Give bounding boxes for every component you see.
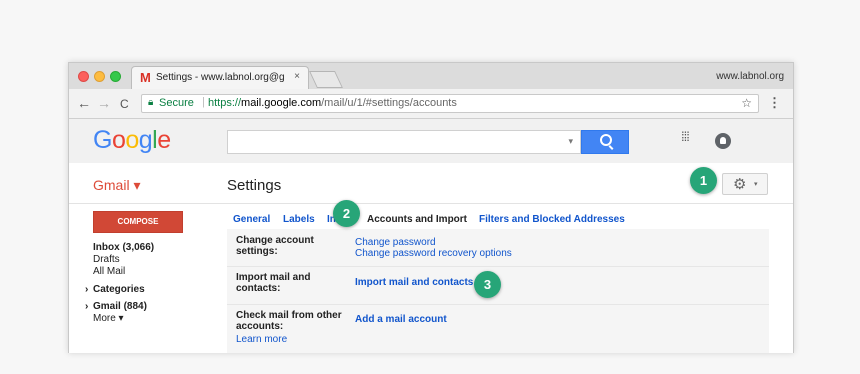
mail-search-input[interactable]: ▾: [227, 130, 581, 154]
gmail-app-switcher[interactable]: Gmail ▾: [93, 177, 140, 194]
window-profile-label: www.labnol.org: [716, 71, 784, 82]
browser-tab-settings[interactable]: M Settings - www.labnol.org@gm ×: [131, 66, 309, 89]
back-arrow-icon[interactable]: ←: [77, 95, 91, 111]
tab-close-icon[interactable]: ×: [294, 71, 300, 82]
notifications-icon[interactable]: [715, 133, 731, 149]
page-title: Settings: [227, 177, 282, 194]
tab-bar: M Settings - www.labnol.org@gm × www.lab…: [69, 63, 793, 89]
sidebar-item-categories[interactable]: Categories: [93, 284, 145, 295]
google-header: Google ▾ ⁞⁞⁞: [69, 119, 793, 163]
sidebar-item-inbox[interactable]: Inbox (3,066): [93, 242, 154, 253]
search-button[interactable]: [581, 130, 629, 154]
change-password-link[interactable]: Change password: [355, 237, 436, 248]
google-logo[interactable]: Google: [93, 126, 171, 155]
sidebar-item-more[interactable]: More ▾: [93, 313, 124, 324]
import-mail-and-contacts-link[interactable]: Import mail and contacts: [355, 277, 473, 288]
bookmark-star-icon[interactable]: ☆: [741, 96, 752, 110]
expand-arrow-icon[interactable]: ›: [85, 301, 88, 312]
browser-window: M Settings - www.labnol.org@gm × www.lab…: [68, 62, 794, 353]
secure-label: Secure: [159, 97, 194, 109]
sidebar-item-gmail[interactable]: Gmail (884): [93, 301, 147, 312]
settings-tabs: General Labels In Accounts and Import Fi…: [227, 211, 771, 231]
callout-badge-3: 3: [474, 271, 501, 298]
reload-icon[interactable]: C: [120, 97, 129, 111]
chevron-down-icon: ▾: [754, 181, 758, 188]
address-bar[interactable]: 🔒︎ Secure | https://mail.google.com/mail…: [141, 94, 759, 113]
callout-badge-1: 1: [690, 167, 717, 194]
maximize-window-button[interactable]: [110, 71, 121, 82]
settings-gear-button[interactable]: ⚙ ▾: [722, 173, 768, 195]
add-mail-account-link[interactable]: Add a mail account: [355, 314, 447, 325]
apps-grid-icon[interactable]: ⁞⁞⁞: [681, 130, 690, 143]
sidebar-item-all-mail[interactable]: All Mail: [93, 266, 125, 277]
forward-arrow-icon[interactable]: →: [97, 95, 111, 111]
table-row: Check mail from other accounts: Add a ma…: [227, 304, 769, 353]
learn-more-link[interactable]: Learn more: [236, 334, 287, 345]
close-window-button[interactable]: [78, 71, 89, 82]
tab-accounts-and-import[interactable]: Accounts and Import: [367, 214, 467, 225]
search-options-chevron-icon[interactable]: ▾: [568, 136, 573, 147]
tab-title: Settings - www.labnol.org@gm: [156, 72, 284, 83]
tab-general[interactable]: General: [233, 214, 270, 225]
address-separator: |: [202, 96, 205, 108]
table-row: Change account settings: Change password…: [227, 229, 769, 267]
minimize-window-button[interactable]: [94, 71, 105, 82]
row-label: Change account settings:: [236, 235, 314, 257]
compose-button[interactable]: COMPOSE: [93, 211, 183, 233]
row-label: Check mail from other accounts:: [236, 310, 342, 332]
tab-filters-and-blocked-addresses[interactable]: Filters and Blocked Addresses: [479, 214, 625, 225]
tab-labels[interactable]: Labels: [283, 214, 315, 225]
browser-menu-icon[interactable]: ⋮: [768, 95, 781, 111]
settings-subbar: Gmail ▾ Settings ⚙ ▾: [69, 163, 793, 204]
row-label: Import mail and contacts:: [236, 272, 311, 294]
url-text: https://mail.google.com/mail/u/1/#settin…: [208, 97, 457, 109]
lock-icon: 🔒︎: [148, 97, 154, 108]
search-icon: [600, 134, 612, 146]
gmail-favicon-icon: M: [140, 70, 151, 85]
expand-arrow-icon[interactable]: ›: [85, 284, 88, 295]
callout-badge-2: 2: [333, 200, 360, 227]
browser-toolbar: ← → C 🔒︎ Secure | https://mail.google.co…: [69, 89, 793, 119]
new-tab-button[interactable]: [309, 71, 343, 88]
gear-icon: ⚙: [733, 176, 747, 193]
change-recovery-options-link[interactable]: Change password recovery options: [355, 248, 512, 259]
sidebar-item-drafts[interactable]: Drafts: [93, 254, 120, 265]
